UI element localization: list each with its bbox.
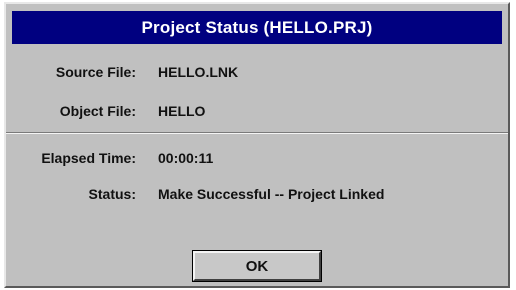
status-row: Status: Make Successful -- Project Linke…	[6, 186, 508, 204]
elapsed-time-label: Elapsed Time:	[41, 150, 136, 166]
status-label: Status:	[88, 186, 136, 202]
object-file-row: Object File: HELLO	[6, 103, 508, 121]
dialog-title: Project Status (HELLO.PRJ)	[141, 17, 373, 37]
dialog-title-bar: Project Status (HELLO.PRJ)	[12, 11, 502, 44]
ok-button[interactable]: OK	[192, 250, 322, 282]
section-divider	[6, 132, 508, 134]
source-file-label: Source File:	[55, 64, 136, 80]
status-value: Make Successful -- Project Linked	[158, 186, 385, 202]
elapsed-time-value: 00:00:11	[158, 150, 214, 166]
source-file-row: Source File: HELLO.LNK	[6, 64, 508, 82]
ok-button-label: OK	[245, 257, 269, 275]
object-file-label: Object File:	[59, 103, 136, 119]
source-file-value: HELLO.LNK	[158, 64, 239, 80]
project-status-dialog: Project Status (HELLO.PRJ) Source File: …	[4, 2, 510, 288]
elapsed-time-row: Elapsed Time: 00:00:11	[6, 150, 508, 168]
object-file-value: HELLO	[158, 103, 206, 119]
